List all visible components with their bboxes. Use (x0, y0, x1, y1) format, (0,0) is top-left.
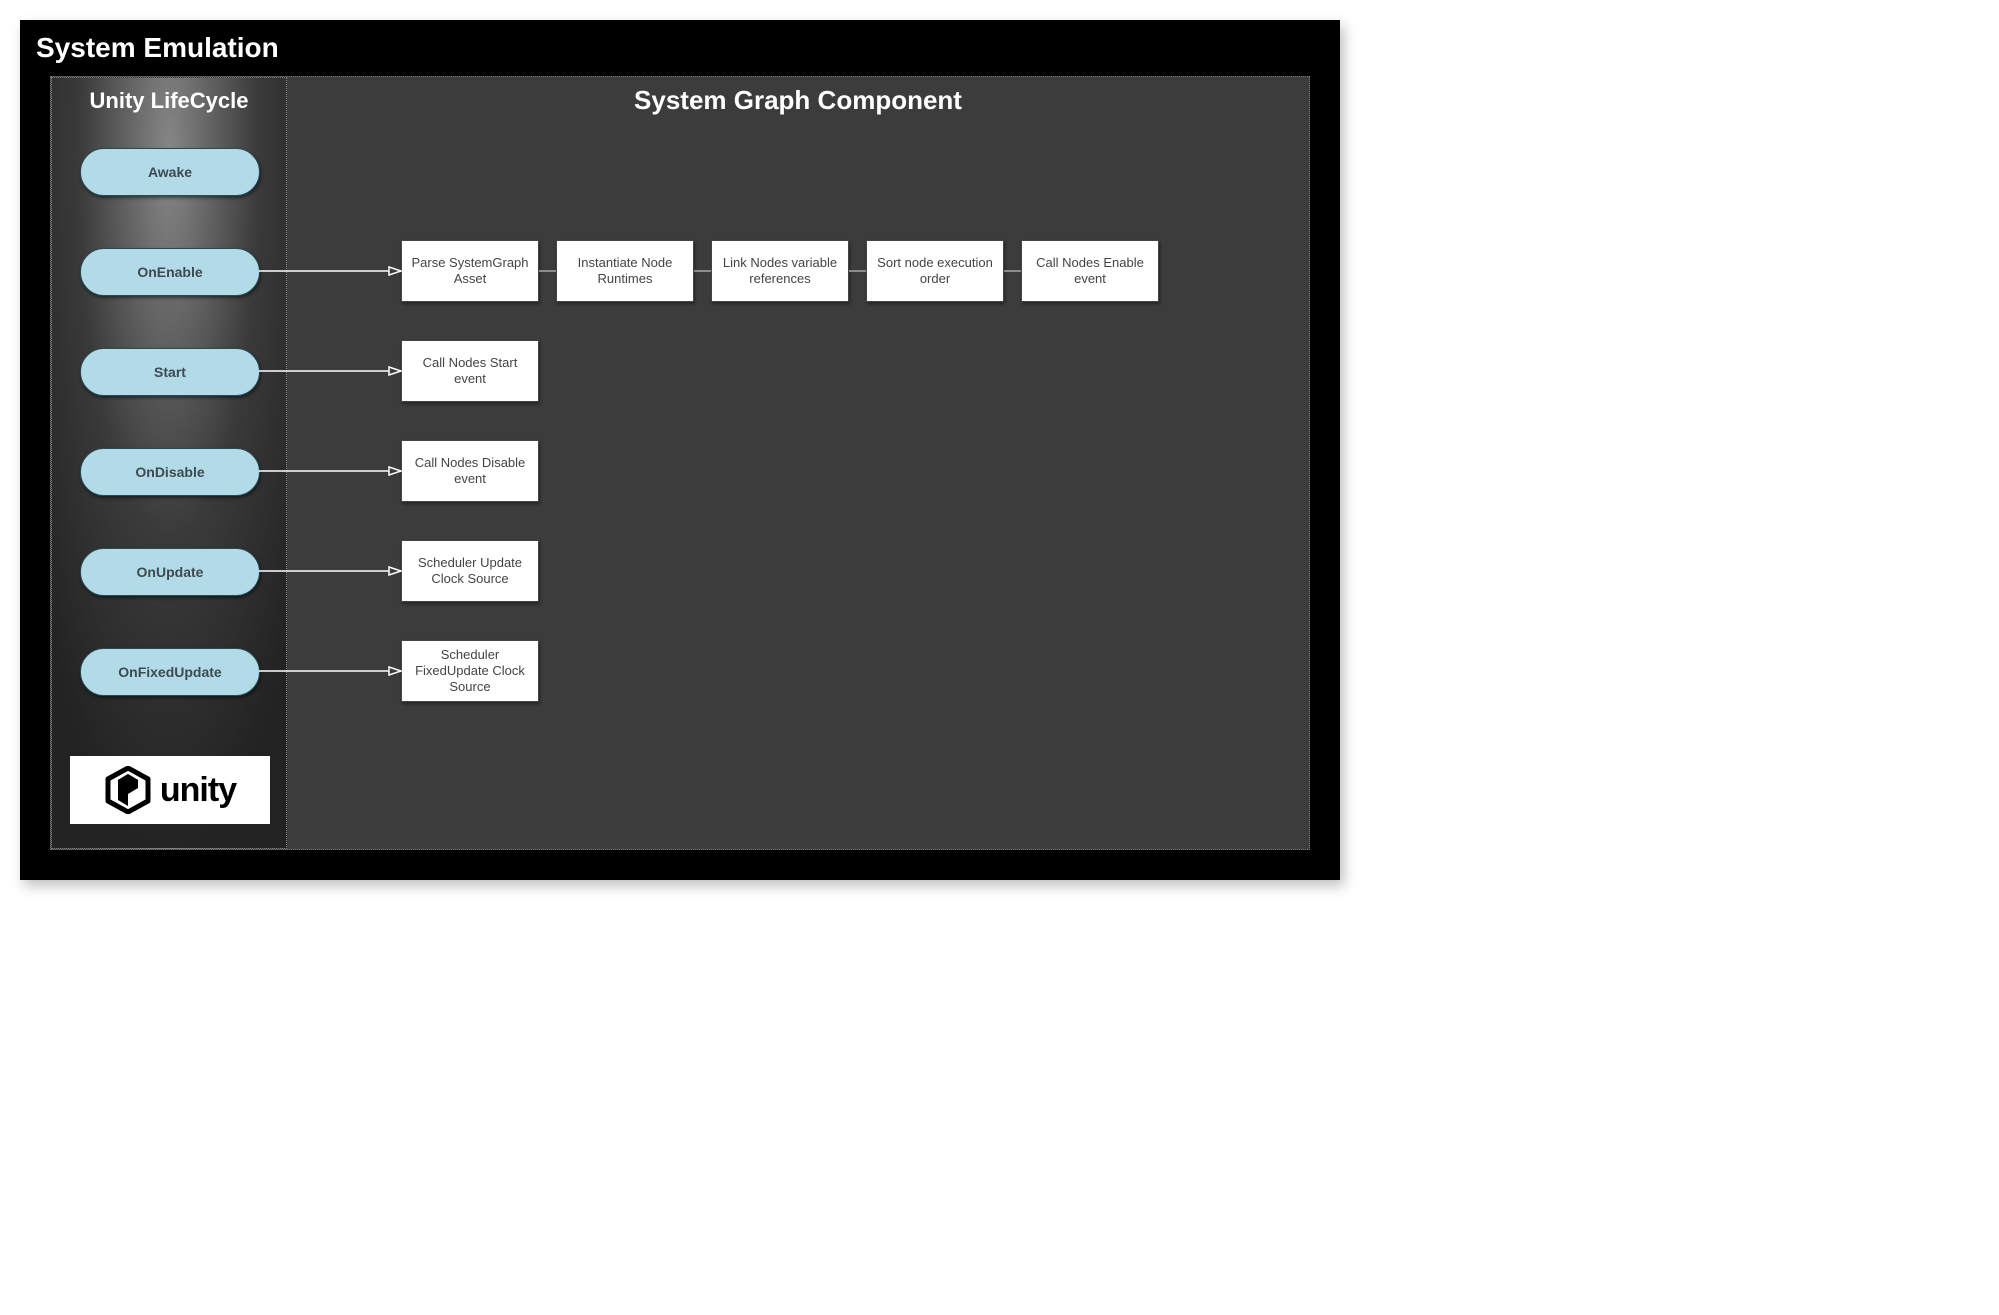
box-sort-order: Sort node execution order (866, 240, 1004, 302)
box-start-event: Call Nodes Start event (401, 340, 539, 402)
box-parse-asset: Parse SystemGraph Asset (401, 240, 539, 302)
arrow-ondisable (259, 467, 401, 477)
box-instantiate: Instantiate Node Runtimes (556, 240, 694, 302)
lifecycle-pill-onupdate: OnUpdate (80, 548, 260, 596)
lifecycle-pill-ondisable: OnDisable (80, 448, 260, 496)
box-disable-event: Call Nodes Disable event (401, 440, 539, 502)
arrow-onfixedupdate (259, 667, 401, 677)
connector-4 (1004, 267, 1021, 275)
component-title: System Graph Component (287, 85, 1309, 116)
lifecycle-pill-onfixedupdate: OnFixedUpdate (80, 648, 260, 696)
box-update-clock: Scheduler Update Clock Source (401, 540, 539, 602)
unity-logo-text: unity (160, 771, 236, 810)
unity-logo: unity (70, 756, 270, 824)
lifecycle-pill-onenable: OnEnable (80, 248, 260, 296)
arrow-onenable (259, 267, 401, 277)
lifecycle-pill-start: Start (80, 348, 260, 396)
arrow-onupdate (259, 567, 401, 577)
lifecycle-panel: Unity LifeCycle Awake OnEnable Start OnD… (51, 77, 287, 849)
connector-3 (849, 267, 866, 275)
box-enable-event: Call Nodes Enable event (1021, 240, 1159, 302)
lifecycle-pill-awake: Awake (80, 148, 260, 196)
diagram-frame: System Emulation Unity LifeCycle Awake O… (20, 20, 1340, 880)
box-link-nodes: Link Nodes variable references (711, 240, 849, 302)
main-title: System Emulation (20, 20, 1340, 72)
arrow-start (259, 367, 401, 377)
connector-1 (539, 267, 556, 275)
box-fixedupdate-clock: Scheduler FixedUpdate Clock Source (401, 640, 539, 702)
lifecycle-title: Unity LifeCycle (52, 78, 286, 132)
unity-logo-icon (104, 766, 152, 814)
inner-panel: Unity LifeCycle Awake OnEnable Start OnD… (50, 76, 1310, 850)
connector-2 (694, 267, 711, 275)
